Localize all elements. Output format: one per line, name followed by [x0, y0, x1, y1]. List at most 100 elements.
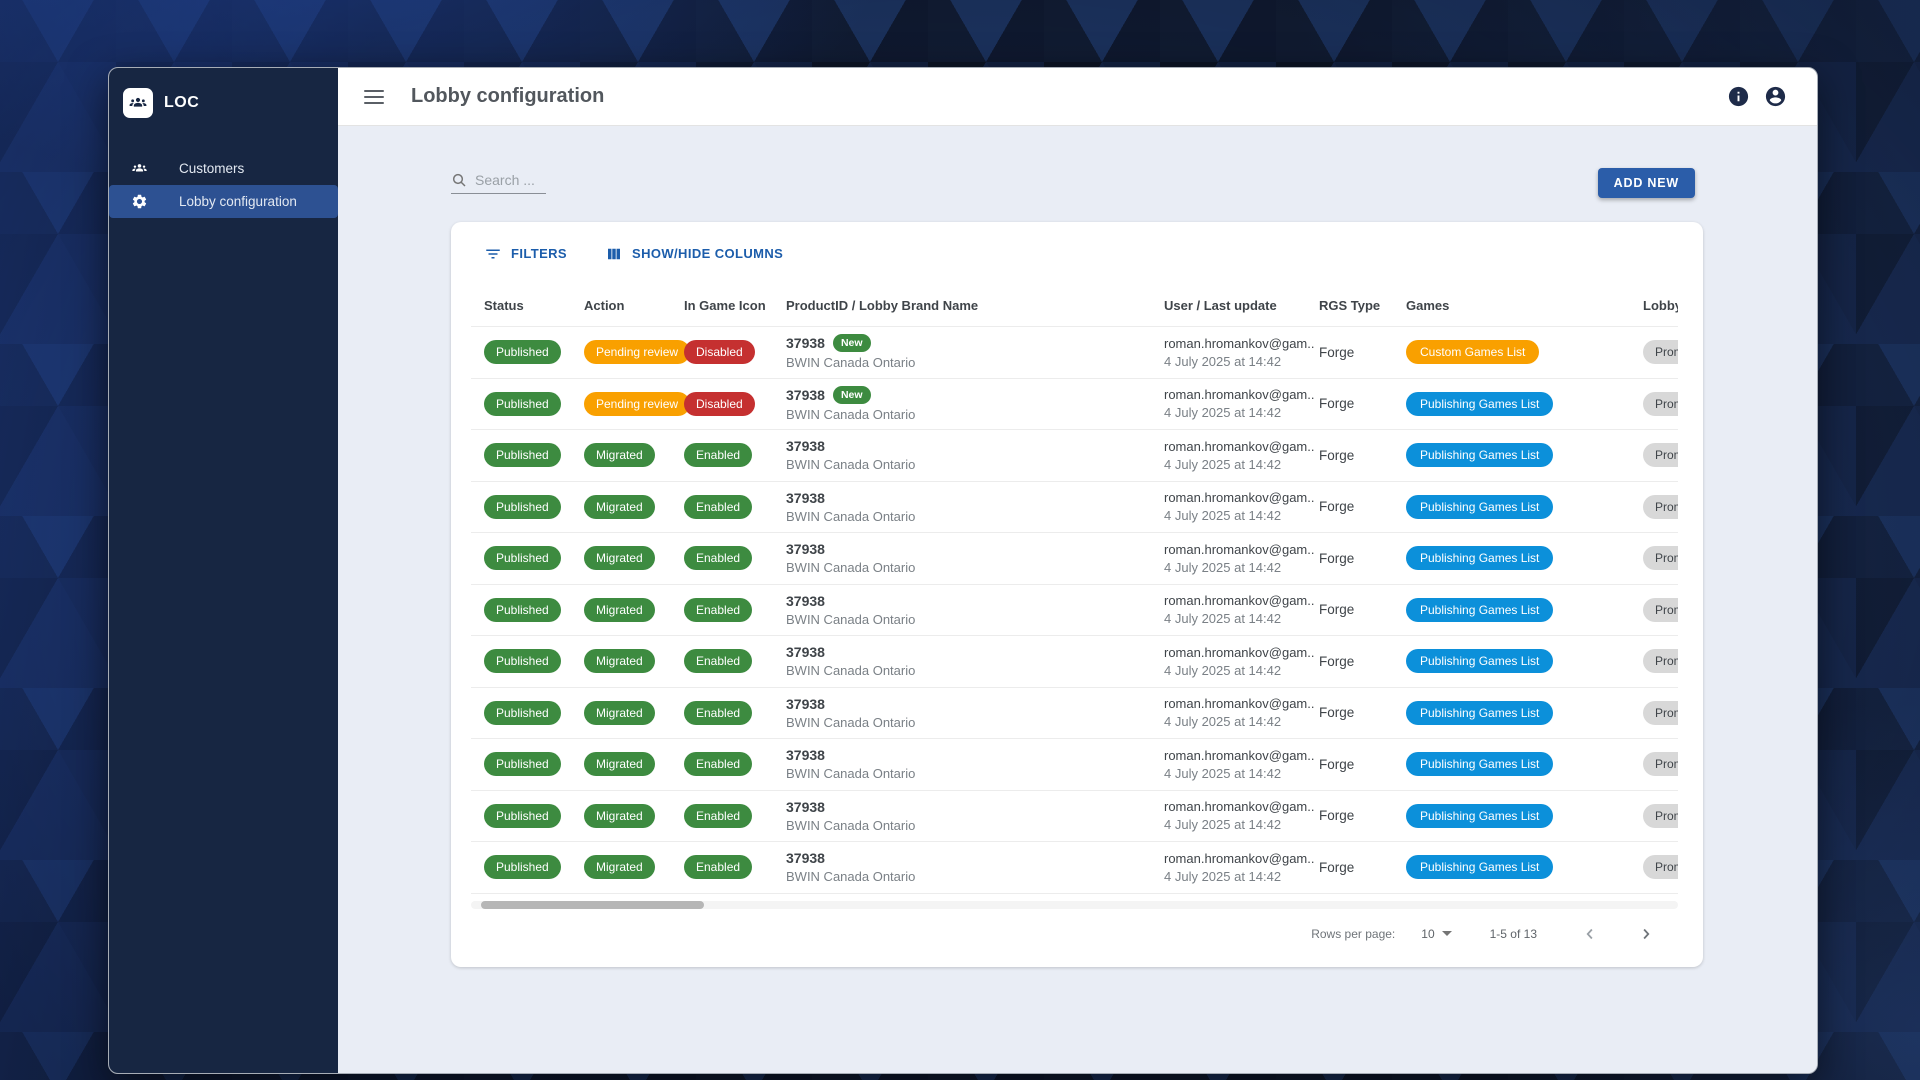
lobby-brand-name: BWIN Canada Ontario	[786, 715, 1164, 730]
col-header-action: Action	[584, 298, 684, 313]
sidebar-item-lobby-configuration[interactable]: Lobby configuration	[109, 185, 338, 218]
user-email: roman.hromankov@gam..	[1164, 336, 1319, 351]
search-input[interactable]	[475, 172, 546, 188]
status-badge: Published	[484, 855, 561, 879]
sidebar: LOC Customers	[109, 68, 338, 1073]
status-badge: Published	[484, 546, 561, 570]
action-badge: Migrated	[584, 495, 655, 519]
show-hide-columns-button[interactable]: SHOW/HIDE COLUMNS	[605, 245, 783, 263]
table-row[interactable]: PublishedMigratedEnabled37938BWIN Canada…	[471, 585, 1678, 637]
info-icon[interactable]	[1727, 85, 1750, 108]
games-badge: Publishing Games List	[1406, 855, 1553, 879]
lobby-badge: Prom	[1643, 598, 1678, 622]
in-game-icon-badge: Enabled	[684, 649, 752, 673]
rows-per-page-value: 10	[1421, 927, 1434, 941]
lobby-badge: Prom	[1643, 443, 1678, 467]
games-badge: Publishing Games List	[1406, 804, 1553, 828]
filter-icon	[484, 245, 502, 263]
user-email: roman.hromankov@gam..	[1164, 696, 1319, 711]
sidebar-item-label: Customers	[179, 161, 244, 176]
in-game-icon-badge: Enabled	[684, 804, 752, 828]
in-game-icon-badge: Disabled	[684, 392, 755, 416]
product-id: 37938	[786, 799, 1164, 815]
previous-page-button[interactable]	[1575, 919, 1605, 949]
games-badge: Publishing Games List	[1406, 752, 1553, 776]
in-game-icon-badge: Enabled	[684, 546, 752, 570]
rgs-type: Forge	[1319, 448, 1406, 463]
table-row[interactable]: PublishedMigratedEnabled37938BWIN Canada…	[471, 533, 1678, 585]
table-row[interactable]: PublishedPending reviewDisabled37938NewB…	[471, 327, 1678, 379]
status-badge: Published	[484, 495, 561, 519]
user-email: roman.hromankov@gam..	[1164, 542, 1319, 557]
product-id: 37938	[786, 438, 1164, 454]
games-badge: Publishing Games List	[1406, 701, 1553, 725]
table-row[interactable]: PublishedMigratedEnabled37938BWIN Canada…	[471, 636, 1678, 688]
account-icon[interactable]	[1764, 85, 1787, 108]
games-badge: Publishing Games List	[1406, 546, 1553, 570]
filters-button[interactable]: FILTERS	[484, 245, 567, 263]
last-update: 4 July 2025 at 14:42	[1164, 354, 1319, 369]
next-page-button[interactable]	[1631, 919, 1661, 949]
product-id: 37938	[786, 747, 1164, 763]
status-badge: Published	[484, 340, 561, 364]
card-toolbar: FILTERS SHOW/HIDE COLUMNS	[471, 222, 1703, 285]
in-game-icon-badge: Enabled	[684, 443, 752, 467]
lobby-brand-name: BWIN Canada Ontario	[786, 560, 1164, 575]
action-badge: Migrated	[584, 855, 655, 879]
status-badge: Published	[484, 752, 561, 776]
lobby-badge: Prom	[1643, 804, 1678, 828]
table-row[interactable]: PublishedMigratedEnabled37938BWIN Canada…	[471, 739, 1678, 791]
table-row[interactable]: PublishedMigratedEnabled37938BWIN Canada…	[471, 430, 1678, 482]
pagination: Rows per page: 10 1-5 of 13	[471, 911, 1703, 957]
rgs-type: Forge	[1319, 654, 1406, 669]
table-row[interactable]: PublishedMigratedEnabled37938BWIN Canada…	[471, 688, 1678, 740]
lobby-brand-name: BWIN Canada Ontario	[786, 509, 1164, 524]
last-update: 4 July 2025 at 14:42	[1164, 508, 1319, 523]
caret-down-icon	[1442, 931, 1452, 936]
lobby-badge: Prom	[1643, 392, 1678, 416]
rgs-type: Forge	[1319, 602, 1406, 617]
action-badge: Pending review	[584, 340, 690, 364]
rgs-type: Forge	[1319, 808, 1406, 823]
people-logo-icon	[123, 88, 153, 118]
last-update: 4 July 2025 at 14:42	[1164, 663, 1319, 678]
sidebar-item-label: Lobby configuration	[179, 194, 297, 209]
table-row[interactable]: PublishedPending reviewDisabled37938NewB…	[471, 379, 1678, 431]
user-email: roman.hromankov@gam..	[1164, 387, 1319, 402]
user-email: roman.hromankov@gam..	[1164, 490, 1319, 505]
lobby-badge: Prom	[1643, 546, 1678, 570]
lobby-brand-name: BWIN Canada Ontario	[786, 407, 1164, 422]
page-title: Lobby configuration	[411, 85, 604, 108]
lobby-brand-name: BWIN Canada Ontario	[786, 869, 1164, 884]
last-update: 4 July 2025 at 14:42	[1164, 766, 1319, 781]
lobby-badge: Prom	[1643, 340, 1678, 364]
columns-icon	[605, 245, 623, 263]
scrollbar-thumb[interactable]	[481, 901, 704, 909]
table-row[interactable]: PublishedMigratedEnabled37938BWIN Canada…	[471, 482, 1678, 534]
app-window: LOC Customers	[108, 67, 1818, 1074]
rows-per-page-select[interactable]: 10	[1421, 927, 1451, 941]
status-badge: Published	[484, 701, 561, 725]
search-field[interactable]	[451, 172, 546, 194]
rgs-type: Forge	[1319, 345, 1406, 360]
table-row[interactable]: PublishedMigratedEnabled37938BWIN Canada…	[471, 791, 1678, 843]
product-id: 37938	[786, 696, 1164, 712]
sidebar-item-customers[interactable]: Customers	[109, 152, 338, 185]
hamburger-menu-icon[interactable]	[364, 86, 384, 108]
table-row[interactable]: PublishedMigratedEnabled37938BWIN Canada…	[471, 842, 1678, 894]
games-badge: Publishing Games List	[1406, 598, 1553, 622]
col-header-rgs-type: RGS Type	[1319, 298, 1406, 313]
product-id: 37938New	[786, 386, 1164, 404]
action-badge: Migrated	[584, 598, 655, 622]
add-new-button[interactable]: ADD NEW	[1598, 168, 1695, 198]
lobby-brand-name: BWIN Canada Ontario	[786, 355, 1164, 370]
action-badge: Migrated	[584, 443, 655, 467]
in-game-icon-badge: Enabled	[684, 495, 752, 519]
filters-label: FILTERS	[511, 246, 567, 261]
user-email: roman.hromankov@gam..	[1164, 439, 1319, 454]
lobby-badge: Prom	[1643, 752, 1678, 776]
status-badge: Published	[484, 443, 561, 467]
table-card: FILTERS SHOW/HIDE COLUMNS Status Action …	[451, 222, 1703, 967]
pagination-range: 1-5 of 13	[1490, 927, 1537, 941]
col-header-games: Games	[1406, 298, 1643, 313]
